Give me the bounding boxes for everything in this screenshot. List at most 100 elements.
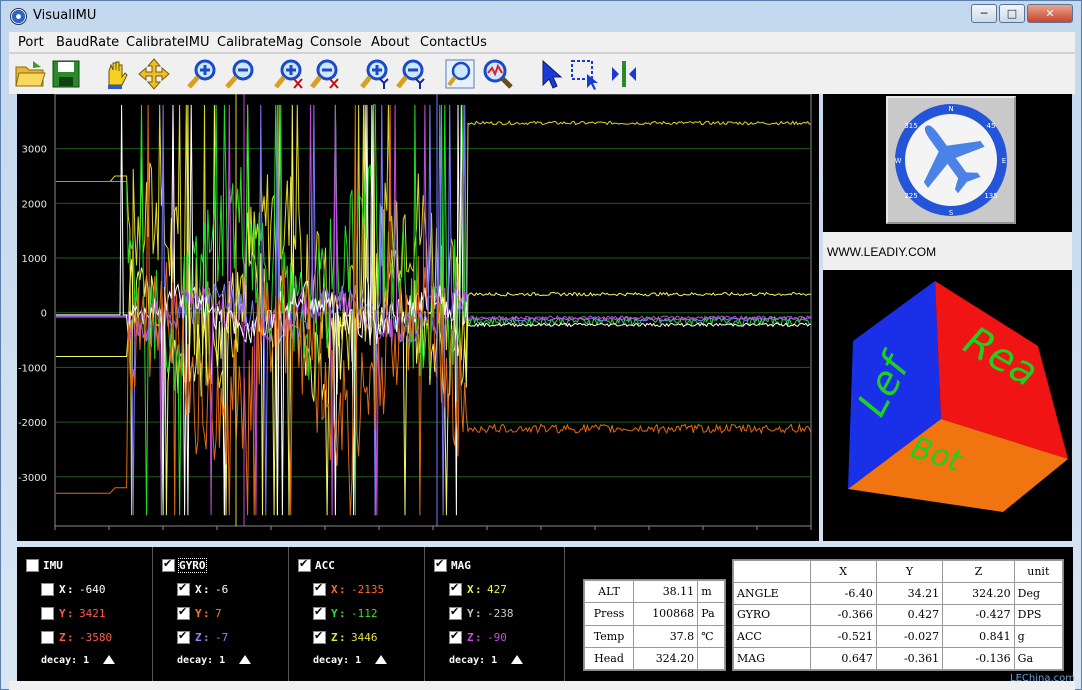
- group-mag: MAGX:427Y:-238Z:-90decay: 1: [425, 547, 565, 681]
- zoom-auto-icon[interactable]: [480, 56, 514, 90]
- imu-decay-up-button[interactable]: [103, 655, 115, 664]
- mag-group-checkbox[interactable]: [434, 557, 447, 572]
- compass-315: 315: [904, 122, 917, 130]
- imu-z-checkbox[interactable]: [41, 631, 54, 644]
- acc-decay-up-button[interactable]: [375, 655, 387, 664]
- env-value: 100868: [633, 602, 699, 626]
- axis-colon: :: [339, 631, 346, 644]
- gyro-z-axis-label: Z: [195, 631, 202, 644]
- table-header: Z: [942, 560, 1015, 583]
- env-unit: ℃: [697, 624, 725, 648]
- pointer-icon[interactable]: [532, 56, 566, 90]
- mag-y-checkbox[interactable]: [449, 605, 462, 620]
- mag-group-label: MAG: [451, 559, 471, 572]
- pan-hand-icon[interactable]: [98, 56, 132, 90]
- mag-decay-up-button[interactable]: [511, 655, 523, 664]
- axis-colon: :: [475, 583, 482, 596]
- website-url: WWW.LEADIY.COM: [827, 245, 937, 259]
- mag-x-axis-label: X: [467, 583, 474, 596]
- y-tick-label: -2000: [18, 418, 47, 429]
- table-cell: 0.841: [942, 625, 1015, 649]
- gyro-y-checkbox[interactable]: [177, 605, 190, 620]
- imu-group-label: IMU: [43, 559, 63, 572]
- compass-n: N: [948, 105, 953, 113]
- y-tick-label: 3000: [22, 145, 47, 156]
- gyro-decay-up-button[interactable]: [239, 655, 251, 664]
- imu-group-checkbox[interactable]: [26, 559, 39, 572]
- gyro-z-checkbox[interactable]: [177, 629, 190, 644]
- table-header: Y: [875, 560, 944, 583]
- env-label: Head: [583, 646, 635, 671]
- table-row: ANGLE -6.40 34.21 324.20 Deg: [733, 581, 1064, 605]
- zoom-in-icon[interactable]: [184, 56, 218, 90]
- table-cell: -0.521: [809, 625, 877, 649]
- acc-z-checkbox[interactable]: [313, 629, 326, 644]
- menu-calibrate-mag[interactable]: CalibrateMag: [217, 35, 303, 50]
- imu-x-value: -640: [79, 583, 106, 596]
- zoom-in-y-icon[interactable]: [358, 56, 392, 90]
- table-cell: 324.20: [942, 581, 1015, 605]
- title-bar[interactable]: VisualIMU ─ □ ✕: [1, 1, 1081, 31]
- menu-contactus[interactable]: ContactUs: [420, 35, 487, 50]
- acc-y-value: -112: [351, 607, 378, 620]
- acc-x-checkbox[interactable]: [313, 581, 326, 596]
- env-row: ALT 38.11 m: [583, 579, 725, 604]
- zoom-fit-icon[interactable]: [442, 56, 476, 90]
- menu-baudrate[interactable]: BaudRate: [56, 35, 119, 50]
- menu-port[interactable]: Port: [18, 35, 44, 50]
- mag-z-checkbox[interactable]: [449, 629, 462, 644]
- gyro-group-checkbox[interactable]: [162, 557, 175, 572]
- compass-s: S: [949, 209, 954, 217]
- imu-x-checkbox[interactable]: [41, 583, 54, 596]
- axis-colon: :: [475, 607, 482, 620]
- zoom-out-y-icon[interactable]: [394, 56, 428, 90]
- menu-about[interactable]: About: [371, 35, 409, 50]
- mag-x-checkbox[interactable]: [449, 581, 462, 596]
- compass-45: 45: [987, 122, 996, 130]
- minimize-button[interactable]: ─: [971, 4, 997, 23]
- imu-x-axis-label: X: [59, 583, 66, 596]
- select-region-icon[interactable]: [568, 56, 602, 90]
- menu-calibrate-imu[interactable]: CalibrateIMU: [126, 35, 210, 50]
- mag-x-value: 427: [487, 583, 507, 596]
- open-folder-icon[interactable]: [12, 56, 46, 90]
- mag-y-axis-label: Y: [467, 607, 474, 620]
- series-line-6: [56, 104, 812, 516]
- sensor-plot[interactable]: 3000 2000 1000 0 -1000 -2000 -3000: [17, 94, 819, 541]
- table-cell: GYRO: [733, 603, 811, 627]
- close-button[interactable]: ✕: [1027, 4, 1073, 23]
- gyro-x-checkbox[interactable]: [177, 581, 190, 596]
- acc-group-checkbox[interactable]: [298, 557, 311, 572]
- status-bar: [9, 681, 1075, 690]
- zoom-out-icon[interactable]: [222, 56, 256, 90]
- table-header-row: X Y Zunit: [733, 560, 1064, 583]
- table-cell: 0.647: [809, 647, 877, 670]
- table-cell: -0.361: [875, 647, 944, 670]
- maximize-button[interactable]: □: [999, 4, 1025, 23]
- table-cell: -6.40: [809, 581, 877, 605]
- window-title: VisualIMU: [33, 8, 97, 23]
- save-icon[interactable]: [48, 56, 82, 90]
- compass-135: 135: [984, 192, 997, 200]
- table-cell: 0.427: [875, 603, 944, 627]
- watermark: LEChina.com: [1010, 673, 1075, 684]
- split-view-icon[interactable]: [606, 56, 640, 90]
- axis-colon: :: [339, 583, 346, 596]
- imu-y-checkbox[interactable]: [41, 607, 54, 620]
- compass-widget: N 45 E 135 S 225 W 315: [886, 96, 1016, 224]
- acc-y-checkbox[interactable]: [313, 605, 326, 620]
- axis-colon: :: [67, 607, 74, 620]
- acc-z-value: 3446: [351, 631, 378, 644]
- attitude-cube: Lef Rea Bot: [823, 274, 1072, 541]
- zoom-in-x-icon[interactable]: [272, 56, 306, 90]
- move-icon[interactable]: [136, 56, 170, 90]
- zoom-out-x-icon[interactable]: [308, 56, 342, 90]
- imu-y-value: 3421: [79, 607, 106, 620]
- mag-z-axis-label: Z: [467, 631, 474, 644]
- table-row: MAG 0.647 -0.361 -0.136 Ga: [733, 647, 1064, 670]
- acc-y-axis-label: Y: [331, 607, 338, 620]
- table-cell: ACC: [733, 625, 811, 649]
- menu-console[interactable]: Console: [310, 35, 362, 50]
- acc-x-axis-label: X: [331, 583, 338, 596]
- env-label: Temp: [583, 624, 635, 648]
